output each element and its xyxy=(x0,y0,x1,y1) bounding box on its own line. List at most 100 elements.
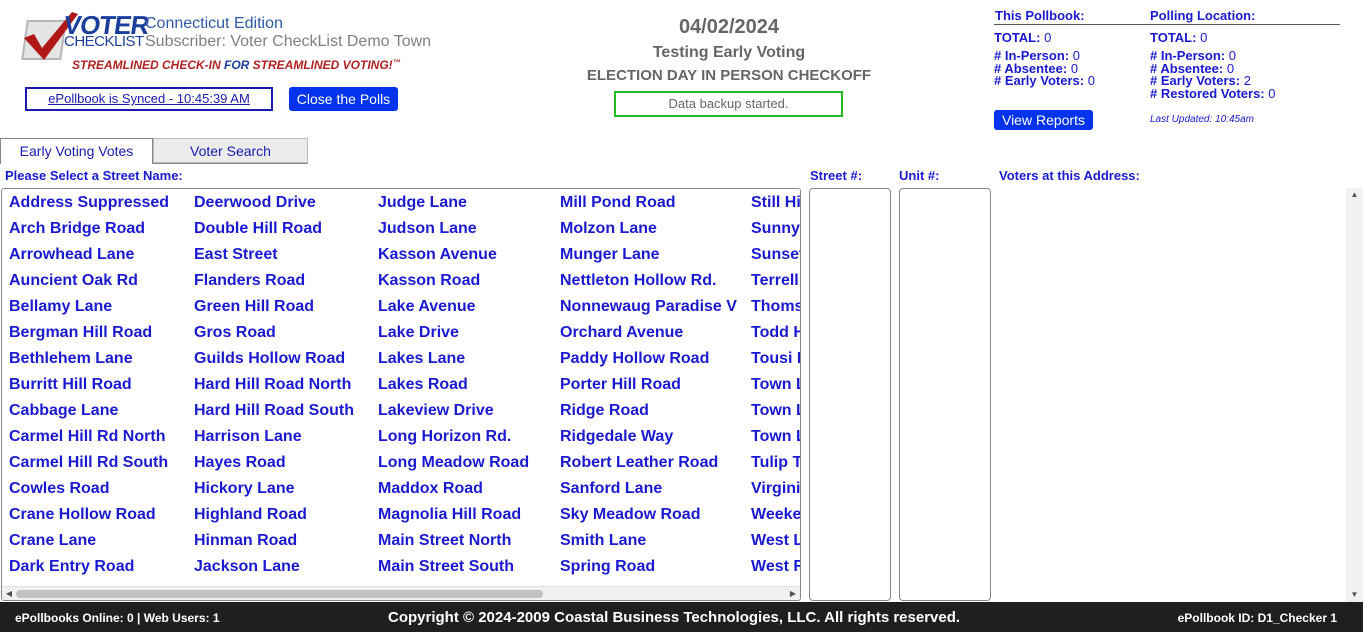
street-item[interactable]: Todd H xyxy=(751,324,800,350)
street-item[interactable]: Town L xyxy=(751,376,800,402)
street-item[interactable]: Long Horizon Rd. xyxy=(378,428,529,454)
street-item[interactable]: Maddox Road xyxy=(378,480,529,506)
street-number-label: Street #: xyxy=(810,168,863,183)
street-item[interactable]: Cowles Road xyxy=(9,480,169,506)
street-item[interactable]: Mill Pond Road xyxy=(560,194,737,220)
street-number-list[interactable] xyxy=(809,188,891,601)
street-item[interactable]: Arch Bridge Road xyxy=(9,220,169,246)
street-item[interactable]: Sanford Lane xyxy=(560,480,737,506)
street-item[interactable]: Terrell xyxy=(751,272,800,298)
street-item[interactable]: Magnolia Hill Road xyxy=(378,506,529,532)
scroll-left-icon[interactable]: ◀ xyxy=(2,587,16,600)
street-item[interactable]: Sunset xyxy=(751,246,800,272)
street-item[interactable]: Bergman Hill Road xyxy=(9,324,169,350)
street-column: Deerwood Drive Double Hill Road East Stree… xyxy=(194,194,354,584)
street-item[interactable]: Hickory Lane xyxy=(194,480,354,506)
street-item[interactable]: Arrowhead Lane xyxy=(9,246,169,272)
street-item[interactable]: Orchard Avenue xyxy=(560,324,737,350)
street-item[interactable]: Gros Road xyxy=(194,324,354,350)
street-item[interactable]: Ridgedale Way xyxy=(560,428,737,454)
street-item[interactable]: West R xyxy=(751,558,800,584)
street-item[interactable]: Carmel Hill Rd South xyxy=(9,454,169,480)
street-item[interactable]: Jackson Lane xyxy=(194,558,354,584)
view-reports-button[interactable]: View Reports xyxy=(994,110,1093,130)
street-item[interactable]: Molzon Lane xyxy=(560,220,737,246)
vertical-scrollbar[interactable]: ▲ ▼ xyxy=(1346,188,1363,602)
election-name: Testing Early Voting xyxy=(652,44,806,61)
street-item[interactable]: Town L xyxy=(751,402,800,428)
street-item[interactable]: Tulip T xyxy=(751,454,800,480)
location-stats-title: Polling Location: xyxy=(1150,8,1256,23)
street-item[interactable]: Crane Lane xyxy=(9,532,169,558)
street-item[interactable]: Guilds Hollow Road xyxy=(194,350,354,376)
street-item[interactable]: West L xyxy=(751,532,800,558)
street-item[interactable]: Long Meadow Road xyxy=(378,454,529,480)
street-item[interactable]: Tousi R xyxy=(751,350,800,376)
street-item[interactable]: Virginia xyxy=(751,480,800,506)
street-item[interactable]: Cabbage Lane xyxy=(9,402,169,428)
street-item[interactable]: Judge Lane xyxy=(378,194,529,220)
street-item[interactable]: Porter Hill Road xyxy=(560,376,737,402)
street-item[interactable]: Flanders Road xyxy=(194,272,354,298)
scroll-up-icon[interactable]: ▲ xyxy=(1346,188,1363,202)
scroll-right-icon[interactable]: ▶ xyxy=(786,587,800,600)
street-item[interactable]: Thoms xyxy=(751,298,800,324)
street-item[interactable]: Hard Hill Road South xyxy=(194,402,354,428)
street-item[interactable]: Lakeview Drive xyxy=(378,402,529,428)
street-item[interactable]: Kasson Road xyxy=(378,272,529,298)
street-item[interactable]: Judson Lane xyxy=(378,220,529,246)
street-item[interactable]: Dark Entry Road xyxy=(9,558,169,584)
tab-voter-search[interactable]: Voter Search xyxy=(153,138,308,163)
stats-divider xyxy=(994,24,1340,25)
street-item[interactable]: Robert Leather Road xyxy=(560,454,737,480)
street-item[interactable]: Address Suppressed xyxy=(9,194,169,220)
street-item[interactable]: Sky Meadow Road xyxy=(560,506,737,532)
unit-number-list[interactable] xyxy=(899,188,991,601)
street-item[interactable]: Weeke xyxy=(751,506,800,532)
sync-status-link[interactable]: ePollbook is Synced - 10:45:39 AM xyxy=(25,87,273,111)
street-item[interactable]: Bethlehem Lane xyxy=(9,350,169,376)
street-item[interactable]: Nettleton Hollow Rd. xyxy=(560,272,737,298)
street-list[interactable]: Address Suppressed Arch Bridge Road Arrowh… xyxy=(1,188,801,601)
street-item[interactable]: Green Hill Road xyxy=(194,298,354,324)
street-item[interactable]: Hayes Road xyxy=(194,454,354,480)
tab-early-voting-votes[interactable]: Early Voting Votes xyxy=(0,138,153,164)
street-item[interactable]: East Street xyxy=(194,246,354,272)
street-item[interactable]: Harrison Lane xyxy=(194,428,354,454)
location-total: TOTAL: 0 xyxy=(1150,30,1208,45)
street-item[interactable]: Auncient Oak Rd xyxy=(9,272,169,298)
street-column: Still Hi Sunny Sunset Terrell Thoms Todd H Tou… xyxy=(751,194,800,584)
street-item[interactable]: Town L xyxy=(751,428,800,454)
street-item[interactable]: Spring Road xyxy=(560,558,737,584)
horizontal-scrollbar[interactable]: ◀ ▶ xyxy=(2,586,800,600)
street-item[interactable]: Main Street South xyxy=(378,558,529,584)
street-item[interactable]: Sunny xyxy=(751,220,800,246)
street-item[interactable]: Hinman Road xyxy=(194,532,354,558)
street-item[interactable]: Kasson Avenue xyxy=(378,246,529,272)
street-item[interactable]: Still Hi xyxy=(751,194,800,220)
street-item[interactable]: Lake Drive xyxy=(378,324,529,350)
street-item[interactable]: Bellamy Lane xyxy=(9,298,169,324)
scrollbar-thumb[interactable] xyxy=(16,590,543,598)
street-item[interactable]: Deerwood Drive xyxy=(194,194,354,220)
street-item[interactable]: Crane Hollow Road xyxy=(9,506,169,532)
footer-bar: ePollbooks Online: 0 | Web Users: 1 Copy… xyxy=(0,602,1363,632)
street-item[interactable]: Double Hill Road xyxy=(194,220,354,246)
street-column: Mill Pond Road Molzon Lane Munger Lane Nett… xyxy=(560,194,737,584)
street-item[interactable]: Lake Avenue xyxy=(378,298,529,324)
street-item[interactable]: Smith Lane xyxy=(560,532,737,558)
close-polls-button[interactable]: Close the Polls xyxy=(289,87,398,111)
street-item[interactable]: Nonnewaug Paradise V xyxy=(560,298,737,324)
street-item[interactable]: Paddy Hollow Road xyxy=(560,350,737,376)
backup-status: Data backup started. xyxy=(614,91,843,117)
street-item[interactable]: Carmel Hill Rd North xyxy=(9,428,169,454)
street-item[interactable]: Munger Lane xyxy=(560,246,737,272)
street-item[interactable]: Main Street North xyxy=(378,532,529,558)
street-item[interactable]: Ridge Road xyxy=(560,402,737,428)
street-item[interactable]: Highland Road xyxy=(194,506,354,532)
street-item[interactable]: Lakes Road xyxy=(378,376,529,402)
scroll-down-icon[interactable]: ▼ xyxy=(1346,588,1363,602)
street-item[interactable]: Lakes Lane xyxy=(378,350,529,376)
street-item[interactable]: Burritt Hill Road xyxy=(9,376,169,402)
street-item[interactable]: Hard Hill Road North xyxy=(194,376,354,402)
